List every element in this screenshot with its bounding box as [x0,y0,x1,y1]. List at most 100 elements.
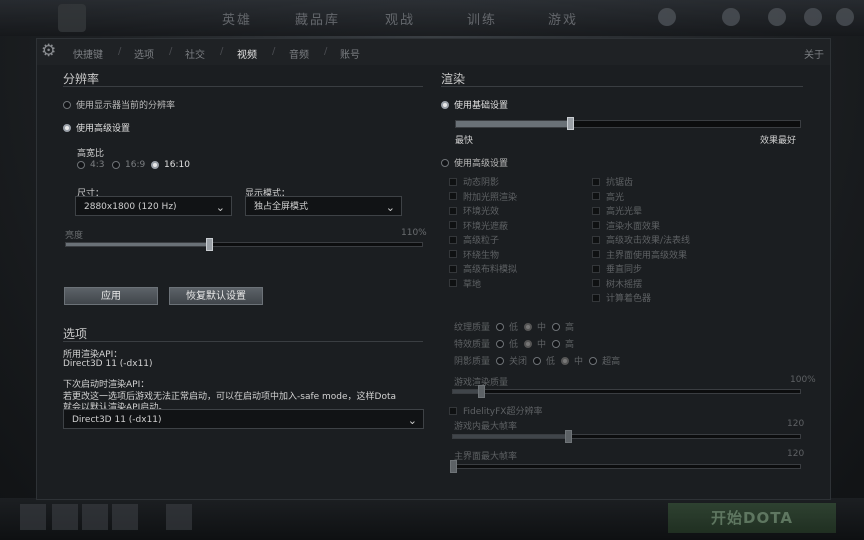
use-advanced-resolution-option[interactable]: 使用高级设置 [63,121,130,134]
radio-selected-icon[interactable] [561,356,570,365]
radio-icon[interactable] [552,322,561,331]
advanced-render-checkbox[interactable]: 草地 [449,277,481,290]
advanced-render-checkbox[interactable]: 环绕生物 [449,248,499,261]
use-monitor-resolution-option[interactable]: 使用显示器当前的分辨率 [63,98,175,111]
chat-icon[interactable] [166,504,192,530]
checkbox-icon [592,293,600,302]
checkbox-icon [592,250,600,258]
radio-selected-icon [441,100,449,109]
effects-quality-row: 特效质量 低 中 高 [454,337,574,350]
shop-icon[interactable] [722,8,740,26]
advanced-render-checkbox[interactable]: 环境光遮蔽 [449,219,508,232]
nav-armory[interactable]: 藏品库 [295,9,340,28]
use-advanced-render-option[interactable]: 使用高级设置 [441,156,508,169]
advanced-render-checkbox[interactable]: 附加光照渲染 [449,190,517,203]
fidelity-fx-checkbox[interactable]: FidelityFX超分辨率 [449,404,542,417]
checkbox-label: 高级攻击效果/法表线 [606,236,691,246]
tab-options[interactable]: 选项 [134,46,154,61]
chevron-down-icon: ⌄ [407,414,417,427]
advanced-render-checkbox[interactable]: 环境光效 [449,204,499,217]
settings-icon[interactable] [804,8,822,26]
checkbox-label: 附加光照渲染 [463,192,518,203]
nav-heroes[interactable]: 英雄 [222,9,252,28]
dota-logo-icon [58,4,86,32]
game-render-quality-slider[interactable] [452,385,801,398]
tab-video[interactable]: 视频 [237,46,257,61]
radio-icon [63,100,71,109]
slider-handle[interactable] [567,117,575,130]
aspect-4-3-option[interactable]: 4:3 [77,160,104,170]
slider-fill [456,121,570,127]
tab-account[interactable]: 账号 [340,46,360,61]
checkbox-label: 高光光晕 [606,207,643,217]
checkbox-icon [449,192,457,200]
tab-social[interactable]: 社交 [185,46,205,61]
radio-selected-icon[interactable] [524,322,533,331]
radio-icon[interactable] [589,356,598,365]
fastest-label: 最快 [455,136,474,146]
party-slot[interactable] [82,504,108,530]
nav-play[interactable]: 游戏 [548,9,578,28]
tab-audio[interactable]: 音频 [289,46,309,61]
slider-handle[interactable] [477,385,485,398]
aspect-16-10-option[interactable]: 16:10 [151,160,190,170]
radio-icon[interactable] [496,356,505,365]
advanced-render-checkbox[interactable]: 高级攻击效果/法表线 [592,233,690,246]
checkbox-icon [449,221,457,229]
advanced-render-checkbox[interactable]: 计算着色器 [592,291,651,304]
advanced-render-checkbox[interactable]: 高光 [592,190,624,203]
radio-icon[interactable] [496,339,505,348]
current-api-value: Direct3D 11 (-dx11) [63,359,153,369]
options-title: 选项 [63,327,88,341]
render-quality-slider[interactable] [455,117,801,130]
radio-icon[interactable] [496,322,505,331]
menu-icon[interactable] [768,8,786,26]
menu-fps-max-slider[interactable] [450,460,801,473]
checkbox-icon [592,235,600,244]
party-slot[interactable] [52,504,78,530]
checkbox-icon [592,206,600,215]
slider-handle[interactable] [565,430,573,443]
checkbox-label: 渲染水面效果 [606,221,661,232]
about-link[interactable]: 关于 [804,46,824,61]
advanced-render-checkbox[interactable]: 动态阴影 [449,175,499,188]
advanced-render-checkbox[interactable]: 高光光晕 [592,204,642,217]
advanced-render-checkbox[interactable]: 高级布料模拟 [449,262,517,275]
chevron-down-icon: ⌄ [385,201,395,214]
checkbox-label: 计算着色器 [606,294,652,304]
play-dota-button[interactable]: 开始DOTA [668,503,836,533]
advanced-render-checkbox[interactable]: 主界面使用高级效果 [592,248,687,261]
radio-icon[interactable] [552,339,561,348]
slider-handle[interactable] [206,238,214,251]
resolution-title: 分辨率 [63,72,100,86]
advanced-render-checkbox[interactable]: 抗锯齿 [592,175,633,188]
nav-learn[interactable]: 训练 [467,9,497,28]
next-api-select[interactable]: Direct3D 11 (-dx11) ⌄ [63,409,424,429]
advanced-render-checkbox[interactable]: 垂直同步 [592,262,642,275]
tab-hotkeys[interactable]: 快捷键 [73,46,103,61]
resolution-size-select[interactable]: 2880x1800 (120 Hz) ⌄ [75,196,232,216]
reset-defaults-button[interactable]: 恢复默认设置 [169,287,263,305]
advanced-render-checkbox[interactable]: 渲染水面效果 [592,219,660,232]
nav-watch[interactable]: 观战 [385,9,415,28]
avatar[interactable] [20,504,46,530]
use-basic-render-option[interactable]: 使用基础设置 [441,98,508,111]
advanced-render-checkbox[interactable]: 高级粒子 [449,233,499,246]
radio-selected-icon [151,161,159,169]
aspect-16-9-option[interactable]: 16:9 [112,160,145,170]
profile-icon[interactable] [658,8,676,26]
radio-selected-icon[interactable] [524,339,533,348]
checkbox-label: 动态阴影 [463,178,500,188]
slider-handle[interactable] [450,460,457,473]
power-icon[interactable] [836,8,854,26]
radio-icon[interactable] [533,356,542,365]
advanced-render-checkbox[interactable]: 树木摇摆 [592,277,642,290]
fps-max-slider[interactable] [452,430,801,443]
brightness-slider[interactable] [65,238,423,251]
checkbox-label: 垂直同步 [606,265,643,275]
checkbox-label: 高级布料模拟 [463,265,518,275]
checkbox-label: 环境光效 [463,207,500,217]
display-mode-select[interactable]: 独占全屏模式 ⌄ [245,196,402,216]
party-slot[interactable] [112,504,138,530]
apply-button[interactable]: 应用 [64,287,158,305]
